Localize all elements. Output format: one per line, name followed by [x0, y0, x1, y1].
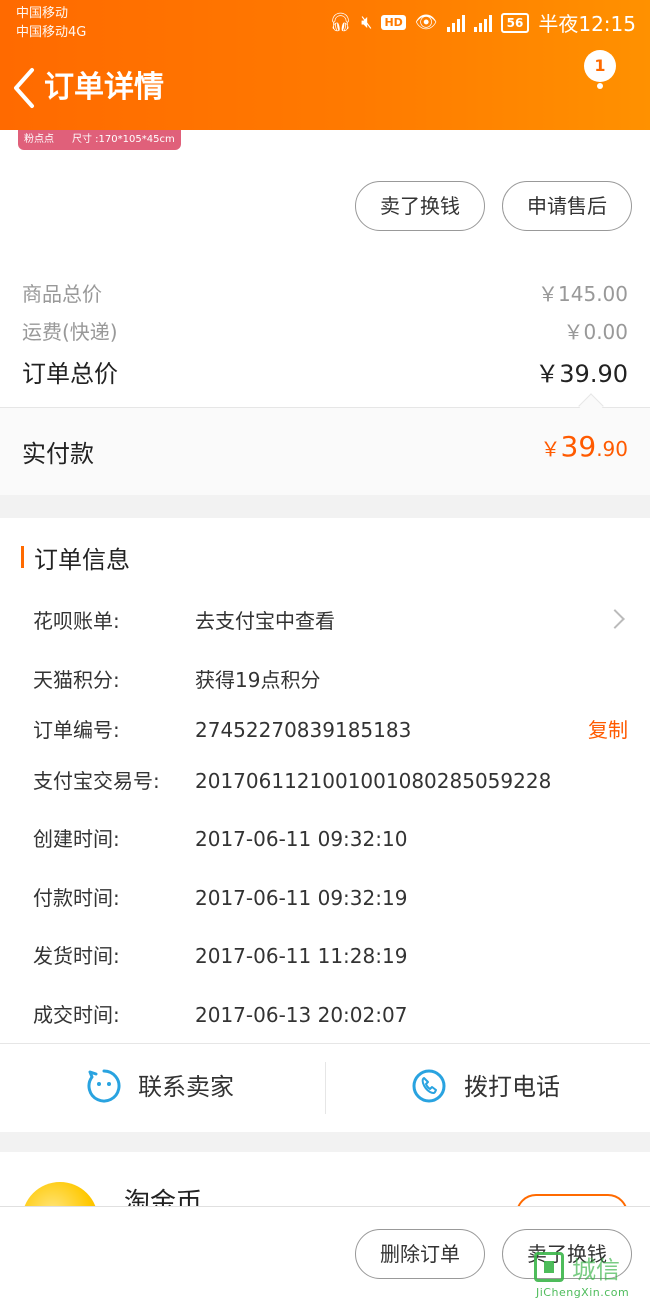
- headphones-icon: 🎧︎: [329, 11, 353, 33]
- carrier-2: 中国移动4G: [16, 25, 87, 40]
- more-dots-icon: [597, 72, 603, 94]
- carrier-info: 中国移动 中国移动4G: [16, 4, 86, 42]
- status-bar: 中国移动 中国移动4G 🎧︎ 🔇︎ HD 👁︎ 56 半夜12:15: [0, 0, 650, 46]
- info-value: 2017-06-11 09:32:10: [195, 827, 408, 851]
- info-label: 订单编号:: [33, 718, 120, 742]
- nav-bar: 订单详情 1: [0, 50, 650, 118]
- section-title: 订单信息: [34, 546, 130, 574]
- info-row-order-id: 订单编号: 27452270839185183 复制: [33, 715, 628, 745]
- contact-seller-label: 联系卖家: [138, 1073, 234, 1101]
- chat-smile-icon: [87, 1069, 121, 1103]
- watermark-logo-icon: [534, 1252, 564, 1282]
- info-label: 花呗账单:: [33, 609, 120, 633]
- mute-icon: 🔇︎: [361, 11, 373, 33]
- info-label: 成交时间:: [33, 1003, 120, 1027]
- product-size: 尺寸 :170*105*45cm: [72, 134, 175, 145]
- info-label: 支付宝交易号:: [33, 769, 160, 793]
- gold-coin-icon: [22, 1182, 98, 1208]
- info-value: 2017-06-11 09:32:19: [195, 886, 408, 910]
- status-icons: 🎧︎ 🔇︎ HD 👁︎ 56 半夜12:15: [329, 8, 636, 37]
- info-value: 去支付宝中查看: [195, 609, 335, 633]
- battery-icon: 56: [500, 12, 530, 33]
- paid-amount-bar: 实付款 ￥39.90: [0, 408, 650, 495]
- info-value: 2017-06-11 11:28:19: [195, 944, 408, 968]
- shipping-label: 运费(快递): [22, 320, 118, 344]
- call-phone-button[interactable]: 拨打电话: [326, 1044, 650, 1132]
- info-row-points: 天猫积分: 获得19点积分: [33, 665, 628, 695]
- taojinbi-section: 淘金币: [0, 1152, 650, 1208]
- back-arrow-icon[interactable]: [10, 66, 40, 110]
- copy-button[interactable]: 复制: [588, 715, 628, 745]
- info-row-alipay-id: 支付宝交易号: 2017061121001001080285059228: [33, 766, 628, 796]
- info-row-shipped: 发货时间: 2017-06-11 11:28:19: [33, 941, 628, 971]
- product-thumbnail[interactable]: 粉点点 尺寸 :170*105*45cm: [18, 130, 181, 150]
- paid-label: 实付款: [22, 440, 94, 468]
- info-label: 天猫积分:: [33, 668, 120, 692]
- info-row-huabei[interactable]: 花呗账单: 去支付宝中查看: [33, 606, 628, 636]
- signal-icon: [446, 14, 465, 32]
- order-total-label: 订单总价: [22, 360, 118, 388]
- goods-total-label: 商品总价: [22, 282, 102, 306]
- order-summary-section: 粉点点 尺寸 :170*105*45cm 卖了换钱 申请售后 商品总价 ￥145…: [0, 130, 650, 495]
- info-row-created: 创建时间: 2017-06-11 09:32:10: [33, 824, 628, 854]
- info-value: 获得19点积分: [195, 668, 321, 692]
- paid-value: ￥39.90: [540, 430, 628, 463]
- taojinbi-title: 淘金币: [124, 1188, 203, 1208]
- info-label: 发货时间:: [33, 944, 120, 968]
- hd-icon: HD: [381, 15, 406, 30]
- contact-seller-button[interactable]: 联系卖家: [0, 1044, 325, 1132]
- info-label: 付款时间:: [33, 886, 120, 910]
- sell-button[interactable]: 卖了换钱: [355, 181, 485, 231]
- order-info-section: 订单信息 花呗账单: 去支付宝中查看 天猫积分: 获得19点积分 订单编号: 2…: [0, 518, 650, 1132]
- info-value: 2017-06-13 20:02:07: [195, 1003, 408, 1027]
- order-total-row: 订单总价 ￥39.90: [22, 354, 628, 389]
- shipping-value: ￥0.00: [563, 320, 628, 344]
- info-label: 创建时间:: [33, 827, 120, 851]
- site-watermark: 城信 JiChengXin.com: [534, 1248, 650, 1300]
- shipping-row: 运费(快递) ￥0.00: [22, 316, 628, 345]
- watermark-text: 城信: [572, 1256, 620, 1284]
- more-menu-button[interactable]: 1: [580, 50, 620, 110]
- eye-icon: 👁︎: [414, 11, 438, 33]
- goods-total-value: ￥145.00: [538, 282, 628, 306]
- chevron-right-icon: [605, 609, 625, 629]
- after-sale-button[interactable]: 申请售后: [502, 181, 632, 231]
- product-tag: 粉点点: [24, 134, 54, 145]
- signal-4g-icon: [473, 14, 492, 32]
- page-title: 订单详情: [44, 70, 164, 105]
- section-accent-bar: [21, 546, 24, 568]
- delete-order-button[interactable]: 删除订单: [355, 1229, 485, 1279]
- info-row-paid: 付款时间: 2017-06-11 09:32:19: [33, 883, 628, 913]
- call-phone-label: 拨打电话: [464, 1073, 560, 1101]
- goods-total-row: 商品总价 ￥145.00: [22, 278, 628, 307]
- info-value: 2017061121001001080285059228: [195, 769, 552, 793]
- app-header: 中国移动 中国移动4G 🎧︎ 🔇︎ HD 👁︎ 56 半夜12:15 订单详情 …: [0, 0, 650, 130]
- order-total-value: ￥39.90: [535, 360, 628, 388]
- info-row-completed: 成交时间: 2017-06-13 20:02:07: [33, 1000, 628, 1030]
- phone-icon: [412, 1069, 446, 1103]
- carrier-1: 中国移动: [16, 6, 69, 21]
- watermark-url: JiChengXin.com: [536, 1286, 630, 1299]
- info-value: 27452270839185183: [195, 718, 412, 742]
- clock: 半夜12:15: [538, 12, 636, 36]
